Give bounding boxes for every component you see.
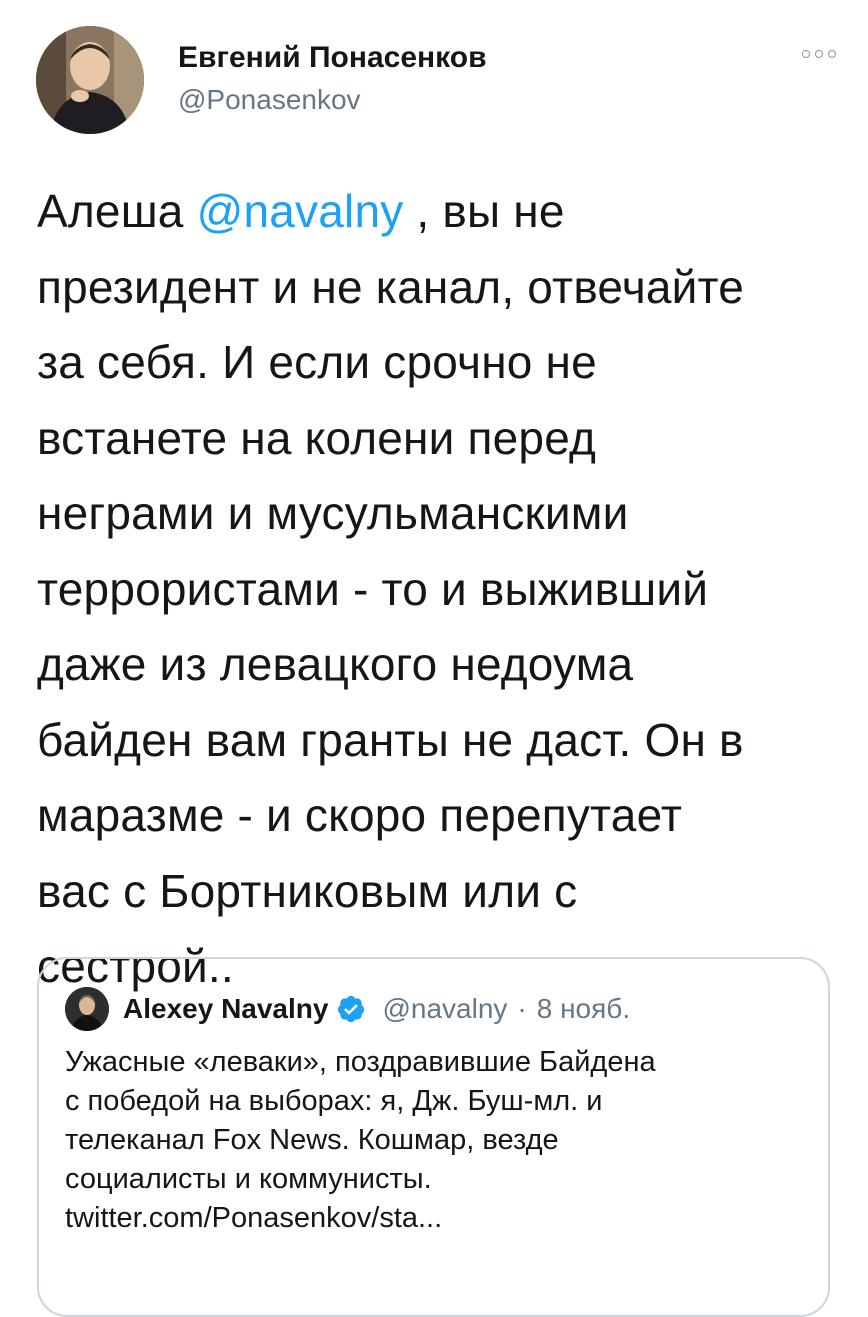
quoted-text-line: Ужасные «леваки», поздравившие Байдена [65, 1046, 656, 1078]
quoted-link[interactable]: twitter.com/Ponasenkov/sta... [65, 1199, 810, 1238]
tweet-text-line: Алеша @navalny , вы не [37, 174, 837, 250]
quoted-text-line: телеканал Fox News. Кошмар, везде [65, 1124, 559, 1156]
quoted-tweet-header: Alexey Navalny @navalny · 8 нояб. [65, 987, 630, 1031]
tweet-text: Алеша @navalny , вы не президент и не ка… [37, 174, 837, 1005]
tweet-text-line: террористами - то и выживший [37, 562, 709, 615]
verified-badge-icon [336, 994, 366, 1024]
quoted-author-display-name[interactable]: Alexey Navalny [123, 993, 328, 1025]
tweet-text-line: за себя. И если срочно не [37, 336, 597, 388]
quoted-text-line: с победой на выборах: я, Дж. Буш-мл. и [65, 1085, 603, 1117]
quoted-text-line: социалисты и коммунисты. [65, 1163, 432, 1195]
more-options-icon[interactable] [802, 44, 836, 64]
tweet-text-line: даже из левацкого недоума [37, 638, 634, 690]
more-dot [802, 50, 810, 58]
tweet-text-segment: , вы не [403, 185, 565, 237]
more-dot [828, 50, 836, 58]
tweet-text-line: неграми и мусульманскими [37, 487, 629, 539]
quoted-author-handle[interactable]: @navalny [382, 993, 507, 1025]
more-dot [815, 50, 823, 58]
mention-link[interactable]: @navalny [197, 185, 404, 237]
separator: · [517, 993, 527, 1024]
tweet-text-line: маразме - и скоро перепутает [37, 789, 683, 841]
tweet-text-line: президент и не канал, отвечайте [37, 260, 745, 313]
tweet-text-segment: Алеша [37, 185, 197, 237]
author-names: Евгений Понасенков @Ponasenkov [178, 40, 487, 118]
author-display-name[interactable]: Евгений Понасенков [178, 40, 487, 76]
tweet-text-line: встанете на колени перед [37, 411, 597, 464]
quoted-tweet-text: Ужасные «леваки», поздравившие Байдена с… [65, 1043, 810, 1238]
author-handle[interactable]: @Ponasenkov [178, 82, 487, 118]
quoted-author-avatar[interactable] [65, 987, 109, 1031]
tweet-header: Евгений Понасенков @Ponasenkov [36, 26, 836, 136]
author-avatar[interactable] [36, 26, 144, 134]
tweet-text-line: байден вам гранты не даст. Он в [37, 713, 744, 766]
quoted-tweet-card[interactable]: Alexey Navalny @navalny · 8 нояб. Ужасны… [37, 957, 830, 1317]
quoted-tweet-date[interactable]: 8 нояб. [537, 993, 630, 1025]
tweet-text-line: вас с Бортниковым или с [37, 864, 578, 917]
